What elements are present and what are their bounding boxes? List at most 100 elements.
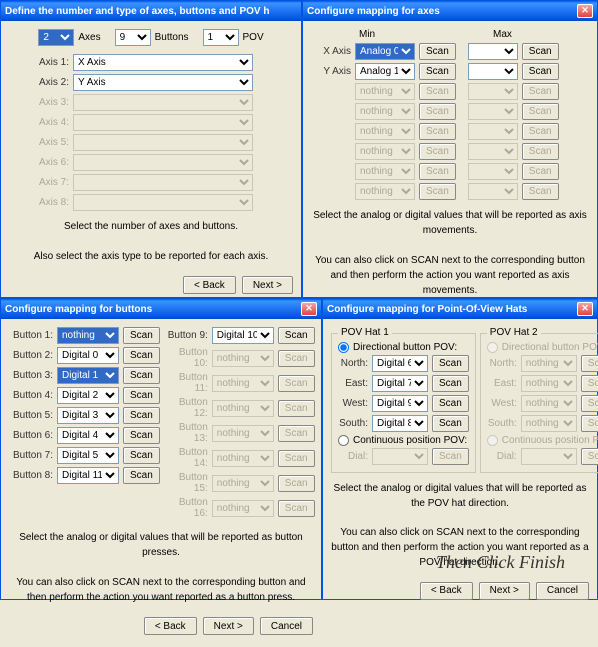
max-select[interactable] <box>468 63 518 80</box>
button-label: Button 4: <box>9 390 53 401</box>
axes-count-label: Axes <box>78 32 100 43</box>
axis-label: Y Axis <box>311 66 351 77</box>
button-map-select: nothing <box>212 450 274 467</box>
back-button[interactable]: < Back <box>183 276 236 294</box>
axis-type-select <box>73 94 253 111</box>
scan-button[interactable]: Scan <box>432 395 469 412</box>
min-select: nothing <box>355 123 415 140</box>
scan-button[interactable]: Scan <box>419 63 456 80</box>
scan-button: Scan <box>522 83 559 100</box>
title-text: Configure mapping for axes <box>307 6 440 17</box>
button-map-select[interactable]: Digital 4 <box>57 427 119 444</box>
scan-button[interactable]: Scan <box>123 447 160 464</box>
direction-label: South: <box>487 418 517 429</box>
directional-radio[interactable]: Directional button POV: <box>338 342 469 353</box>
scan-button: Scan <box>522 103 559 120</box>
axis-label: Axis 8: <box>9 197 69 208</box>
button-map-select[interactable]: Digital 2 <box>57 387 119 404</box>
scan-button[interactable]: Scan <box>123 467 160 484</box>
button-map-select[interactable]: nothing <box>57 327 119 344</box>
min-select[interactable]: Analog 0 <box>355 43 415 60</box>
title-text: Configure mapping for Point-Of-View Hats <box>327 304 527 315</box>
pov-count-select[interactable]: 1 <box>203 29 239 46</box>
direction-label: West: <box>338 398 368 409</box>
max-select[interactable] <box>468 43 518 60</box>
button-map-select: nothing <box>212 350 274 367</box>
button-label: Button 1: <box>9 330 53 341</box>
scan-button[interactable]: Scan <box>522 63 559 80</box>
scan-button: Scan <box>419 103 456 120</box>
direction-select: nothing <box>521 375 577 392</box>
scan-button[interactable]: Scan <box>432 355 469 372</box>
instruction-text: Select the analog or digital values that… <box>311 208 589 298</box>
max-header: Max <box>493 29 512 40</box>
cancel-button[interactable]: Cancel <box>260 617 313 635</box>
button-label: Button 9: <box>164 330 208 341</box>
scan-button[interactable]: Scan <box>123 367 160 384</box>
axis-type-select <box>73 194 253 211</box>
button-map-select: nothing <box>212 475 274 492</box>
buttons-count-select[interactable]: 9 <box>115 29 151 46</box>
direction-label: South: <box>338 418 368 429</box>
scan-button[interactable]: Scan <box>432 375 469 392</box>
next-button[interactable]: Next > <box>203 617 254 635</box>
buttons-count-label: Buttons <box>155 32 189 43</box>
dialog-axes-define: Define the number and type of axes, butt… <box>0 0 302 298</box>
close-icon[interactable]: ✕ <box>577 302 593 316</box>
close-icon[interactable]: ✕ <box>301 302 317 316</box>
button-map-select[interactable]: Digital 5 <box>57 447 119 464</box>
scan-button: Scan <box>278 425 315 442</box>
min-select[interactable]: Analog 1 <box>355 63 415 80</box>
button-map-select: nothing <box>212 375 274 392</box>
axes-count-select[interactable]: 2 <box>38 29 74 46</box>
direction-select[interactable]: Digital 9 <box>372 395 428 412</box>
continuous-radio[interactable]: Continuous position POV: <box>338 435 469 446</box>
min-header: Min <box>359 29 445 40</box>
axis-type-select <box>73 134 253 151</box>
next-button[interactable]: Next > <box>242 276 293 294</box>
scan-button[interactable]: Scan <box>123 407 160 424</box>
direction-select[interactable]: Digital 7 <box>372 375 428 392</box>
axis-label: Axis 7: <box>9 177 69 188</box>
scan-button[interactable]: Scan <box>123 387 160 404</box>
button-map-select[interactable]: Digital 3 <box>57 407 119 424</box>
scan-button[interactable]: Scan <box>522 43 559 60</box>
button-map-select[interactable]: Digital 11 <box>57 467 119 484</box>
cancel-button[interactable]: Cancel <box>536 582 589 600</box>
close-icon[interactable]: ✕ <box>577 4 593 18</box>
back-button[interactable]: < Back <box>420 582 473 600</box>
titlebar: Define the number and type of axes, butt… <box>1 1 301 21</box>
instruction-text: Select the number of axes and buttons. A… <box>9 219 293 264</box>
button-map-select[interactable]: Digital 0 <box>57 347 119 364</box>
scan-button: Scan <box>432 448 469 465</box>
button-map-select[interactable]: Digital 1 <box>57 367 119 384</box>
counts-row: 2 Axes 9 Buttons 1 POV <box>9 29 293 46</box>
button-label: Button 16: <box>164 497 208 519</box>
next-button[interactable]: Next > <box>479 582 530 600</box>
button-map-select: nothing <box>212 425 274 442</box>
instruction-text: Select the analog or digital values that… <box>9 530 313 605</box>
scan-button: Scan <box>278 400 315 417</box>
direction-select[interactable]: Digital 8 <box>372 415 428 432</box>
scan-button[interactable]: Scan <box>123 427 160 444</box>
scan-button[interactable]: Scan <box>432 415 469 432</box>
scan-button[interactable]: Scan <box>278 327 315 344</box>
direction-label: West: <box>487 398 517 409</box>
button-map-select[interactable]: Digital 10 <box>212 327 274 344</box>
pov-count-label: POV <box>243 32 264 43</box>
annotation-text: Then Click Finish <box>436 552 565 573</box>
scan-button: Scan <box>522 123 559 140</box>
axis-type-select[interactable]: X Axis <box>73 54 253 71</box>
scan-button[interactable]: Scan <box>419 43 456 60</box>
axis-type-select <box>73 114 253 131</box>
direction-select[interactable]: Digital 6 <box>372 355 428 372</box>
scan-button: Scan <box>522 163 559 180</box>
back-button[interactable]: < Back <box>144 617 197 635</box>
dialog-axes-mapping: Configure mapping for axes ✕ Min Max X A… <box>302 0 598 298</box>
axis-type-select[interactable]: Y Axis <box>73 74 253 91</box>
min-select: nothing <box>355 163 415 180</box>
scan-button: Scan <box>522 183 559 200</box>
scan-button[interactable]: Scan <box>123 327 160 344</box>
scan-button[interactable]: Scan <box>123 347 160 364</box>
direction-label: North: <box>338 358 368 369</box>
